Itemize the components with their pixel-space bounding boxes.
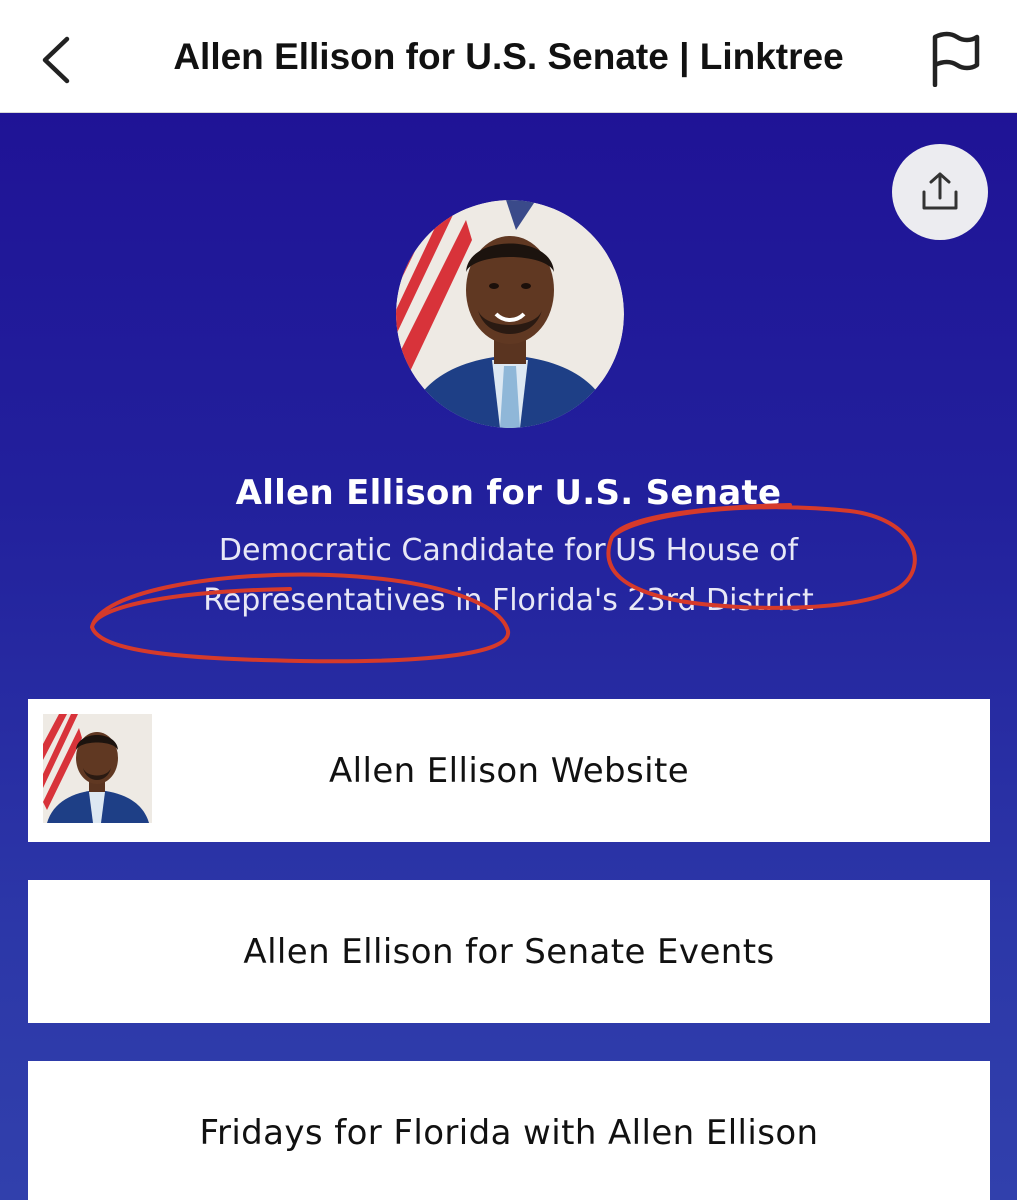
back-button[interactable] (28, 30, 84, 90)
link-label: Allen Ellison Website (328, 750, 690, 791)
link-thumbnail (43, 714, 152, 823)
link-card-fridays[interactable]: Fridays for Florida with Allen Ellison (28, 1061, 990, 1200)
flag-icon (932, 31, 980, 87)
link-card-events[interactable]: Allen Ellison for Senate Events (28, 880, 990, 1023)
link-card-website[interactable]: Allen Ellison Website (28, 699, 990, 842)
navigation-bar: Allen Ellison for U.S. Senate | Linktree (0, 0, 1017, 113)
page-title: Allen Ellison for U.S. Senate | Linktree (173, 36, 844, 77)
linktree-page: Allen Ellison for U.S. Senate Democratic… (0, 113, 1017, 1200)
share-button[interactable] (892, 144, 988, 240)
profile-bio: Democratic Candidate for US House of Rep… (203, 533, 814, 618)
report-button[interactable] (923, 26, 989, 92)
share-icon (922, 172, 958, 210)
chevron-left-icon (42, 36, 70, 84)
profile-avatar (396, 200, 624, 428)
link-label: Allen Ellison for Senate Events (243, 931, 775, 972)
profile-name: Allen Ellison for U.S. Senate (235, 473, 782, 513)
link-label: Fridays for Florida with Allen Ellison (199, 1112, 819, 1153)
